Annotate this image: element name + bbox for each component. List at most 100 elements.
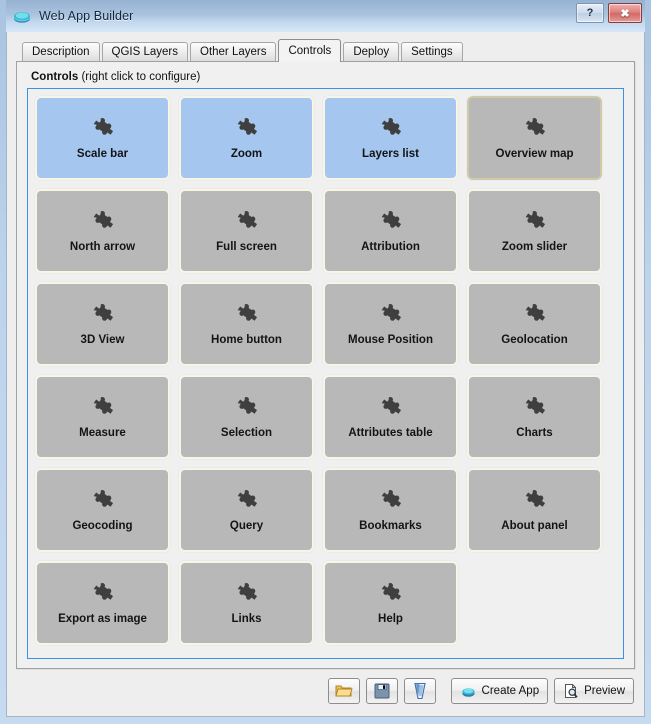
group-title-hint: (right click to configure) <box>78 71 201 83</box>
control-tile-zoom-slider[interactable]: Zoom slider <box>467 189 602 273</box>
control-tile-label: Scale bar <box>76 148 129 160</box>
puzzle-piece-icon <box>90 488 116 514</box>
control-tile-bookmarks[interactable]: Bookmarks <box>323 468 458 552</box>
puzzle-piece-icon <box>381 211 401 228</box>
tab-label: Other Layers <box>200 46 267 58</box>
page-magnifier-icon <box>563 683 579 699</box>
control-tile-geocoding[interactable]: Geocoding <box>35 468 170 552</box>
control-tile-3d-view[interactable]: 3D View <box>35 282 170 366</box>
puzzle-piece-icon <box>93 211 113 228</box>
control-tile-home-button[interactable]: Home button <box>179 282 314 366</box>
puzzle-piece-icon <box>90 116 116 142</box>
folder-open-icon <box>334 683 353 699</box>
puzzle-piece-icon <box>525 118 545 135</box>
control-tile-label: Links <box>231 613 262 625</box>
tab-label: Controls <box>288 45 332 57</box>
tab-bar: Description QGIS Layers Other Layers Contro… <box>16 39 635 62</box>
tab-label: Settings <box>411 46 453 58</box>
control-tile-label: Zoom slider <box>501 241 568 253</box>
controls-tab-page: Controls (right click to configure) Scal… <box>16 61 635 669</box>
puzzle-piece-icon <box>381 304 401 321</box>
puzzle-piece-icon <box>381 490 401 507</box>
puzzle-piece-icon <box>93 583 113 600</box>
control-tile-geolocation[interactable]: Geolocation <box>467 282 602 366</box>
bottom-toolbar: Create App Preview <box>327 678 634 704</box>
puzzle-piece-icon <box>237 490 257 507</box>
puzzle-piece-icon <box>237 118 257 135</box>
qgis-icon <box>412 682 428 700</box>
puzzle-piece-icon <box>378 488 404 514</box>
puzzle-piece-icon <box>525 397 545 414</box>
control-tile-label: Full screen <box>216 241 277 253</box>
puzzle-piece-icon <box>381 118 401 135</box>
control-tile-label: About panel <box>501 520 568 532</box>
puzzle-piece-icon <box>525 490 545 507</box>
help-button[interactable]: ? <box>576 3 604 23</box>
control-tile-attribution[interactable]: Attribution <box>323 189 458 273</box>
control-tile-charts[interactable]: Charts <box>467 375 602 459</box>
puzzle-piece-icon <box>93 397 113 414</box>
puzzle-piece-icon <box>93 304 113 321</box>
puzzle-piece-icon <box>378 302 404 328</box>
controls-scroll-area[interactable]: Scale bar Zoom Layers list Overview map Nort… <box>27 88 624 659</box>
control-tile-label: Mouse Position <box>348 334 433 346</box>
create-app-button-label: Create App <box>481 685 540 697</box>
open-project-button[interactable] <box>327 678 360 704</box>
control-tile-label: Geolocation <box>501 334 568 346</box>
preview-button[interactable]: Preview <box>554 678 634 704</box>
puzzle-piece-icon <box>525 211 545 228</box>
control-tile-label: Charts <box>516 427 553 439</box>
puzzle-piece-icon <box>381 583 401 600</box>
title-bar: Web App Builder ? ✖ <box>6 0 645 32</box>
create-app-button[interactable]: Create App <box>450 678 549 704</box>
tab-controls[interactable]: Controls <box>278 39 342 62</box>
control-tile-measure[interactable]: Measure <box>35 375 170 459</box>
tab-other-layers[interactable]: Other Layers <box>190 42 277 61</box>
control-tile-label: Selection <box>220 427 273 439</box>
control-tile-label: Home button <box>211 334 282 346</box>
control-tile-zoom[interactable]: Zoom <box>179 96 314 180</box>
control-tile-label: Query <box>229 520 264 532</box>
floppy-disk-icon <box>374 683 390 699</box>
qgis-project-button[interactable] <box>403 678 436 704</box>
control-tile-overview-map[interactable]: Overview map <box>467 96 602 180</box>
tab-description[interactable]: Description <box>22 42 100 61</box>
control-tile-help[interactable]: Help <box>323 561 458 645</box>
control-tile-attributes-table[interactable]: Attributes table <box>323 375 458 459</box>
control-tile-mouse-position[interactable]: Mouse Position <box>323 282 458 366</box>
tab-label: Deploy <box>353 46 390 58</box>
close-button[interactable]: ✖ <box>608 3 642 23</box>
control-tile-north-arrow[interactable]: North arrow <box>35 189 170 273</box>
group-title: Controls (right click to configure) <box>31 71 624 83</box>
puzzle-piece-icon <box>381 397 401 414</box>
page-magnifier-icon <box>565 684 578 698</box>
control-tile-selection[interactable]: Selection <box>179 375 314 459</box>
control-tile-label: 3D View <box>80 334 125 346</box>
puzzle-piece-icon <box>522 395 548 421</box>
puzzle-piece-icon <box>378 395 404 421</box>
puzzle-piece-icon <box>90 302 116 328</box>
puzzle-piece-icon <box>93 490 113 507</box>
control-tile-export-as-image[interactable]: Export as image <box>35 561 170 645</box>
window-buttons: ? ✖ <box>576 3 642 23</box>
puzzle-piece-icon <box>234 395 260 421</box>
tab-settings[interactable]: Settings <box>401 42 463 61</box>
tab-deploy[interactable]: Deploy <box>343 42 400 61</box>
puzzle-piece-icon <box>237 583 257 600</box>
save-project-button[interactable] <box>365 678 398 704</box>
control-tile-full-screen[interactable]: Full screen <box>179 189 314 273</box>
control-tile-label: Bookmarks <box>359 520 422 532</box>
floppy-disk-icon <box>374 683 390 699</box>
diamond-icon <box>461 688 475 697</box>
puzzle-piece-icon <box>522 116 548 142</box>
puzzle-piece-icon <box>237 397 257 414</box>
tab-qgis-layers[interactable]: QGIS Layers <box>101 42 188 61</box>
control-tile-layers-list[interactable]: Layers list <box>323 96 458 180</box>
control-tile-query[interactable]: Query <box>179 468 314 552</box>
control-tile-about-panel[interactable]: About panel <box>467 468 602 552</box>
control-tile-links[interactable]: Links <box>179 561 314 645</box>
puzzle-piece-icon <box>522 488 548 514</box>
control-tile-scale-bar[interactable]: Scale bar <box>35 96 170 180</box>
puzzle-piece-icon <box>237 211 257 228</box>
puzzle-piece-icon <box>522 302 548 328</box>
